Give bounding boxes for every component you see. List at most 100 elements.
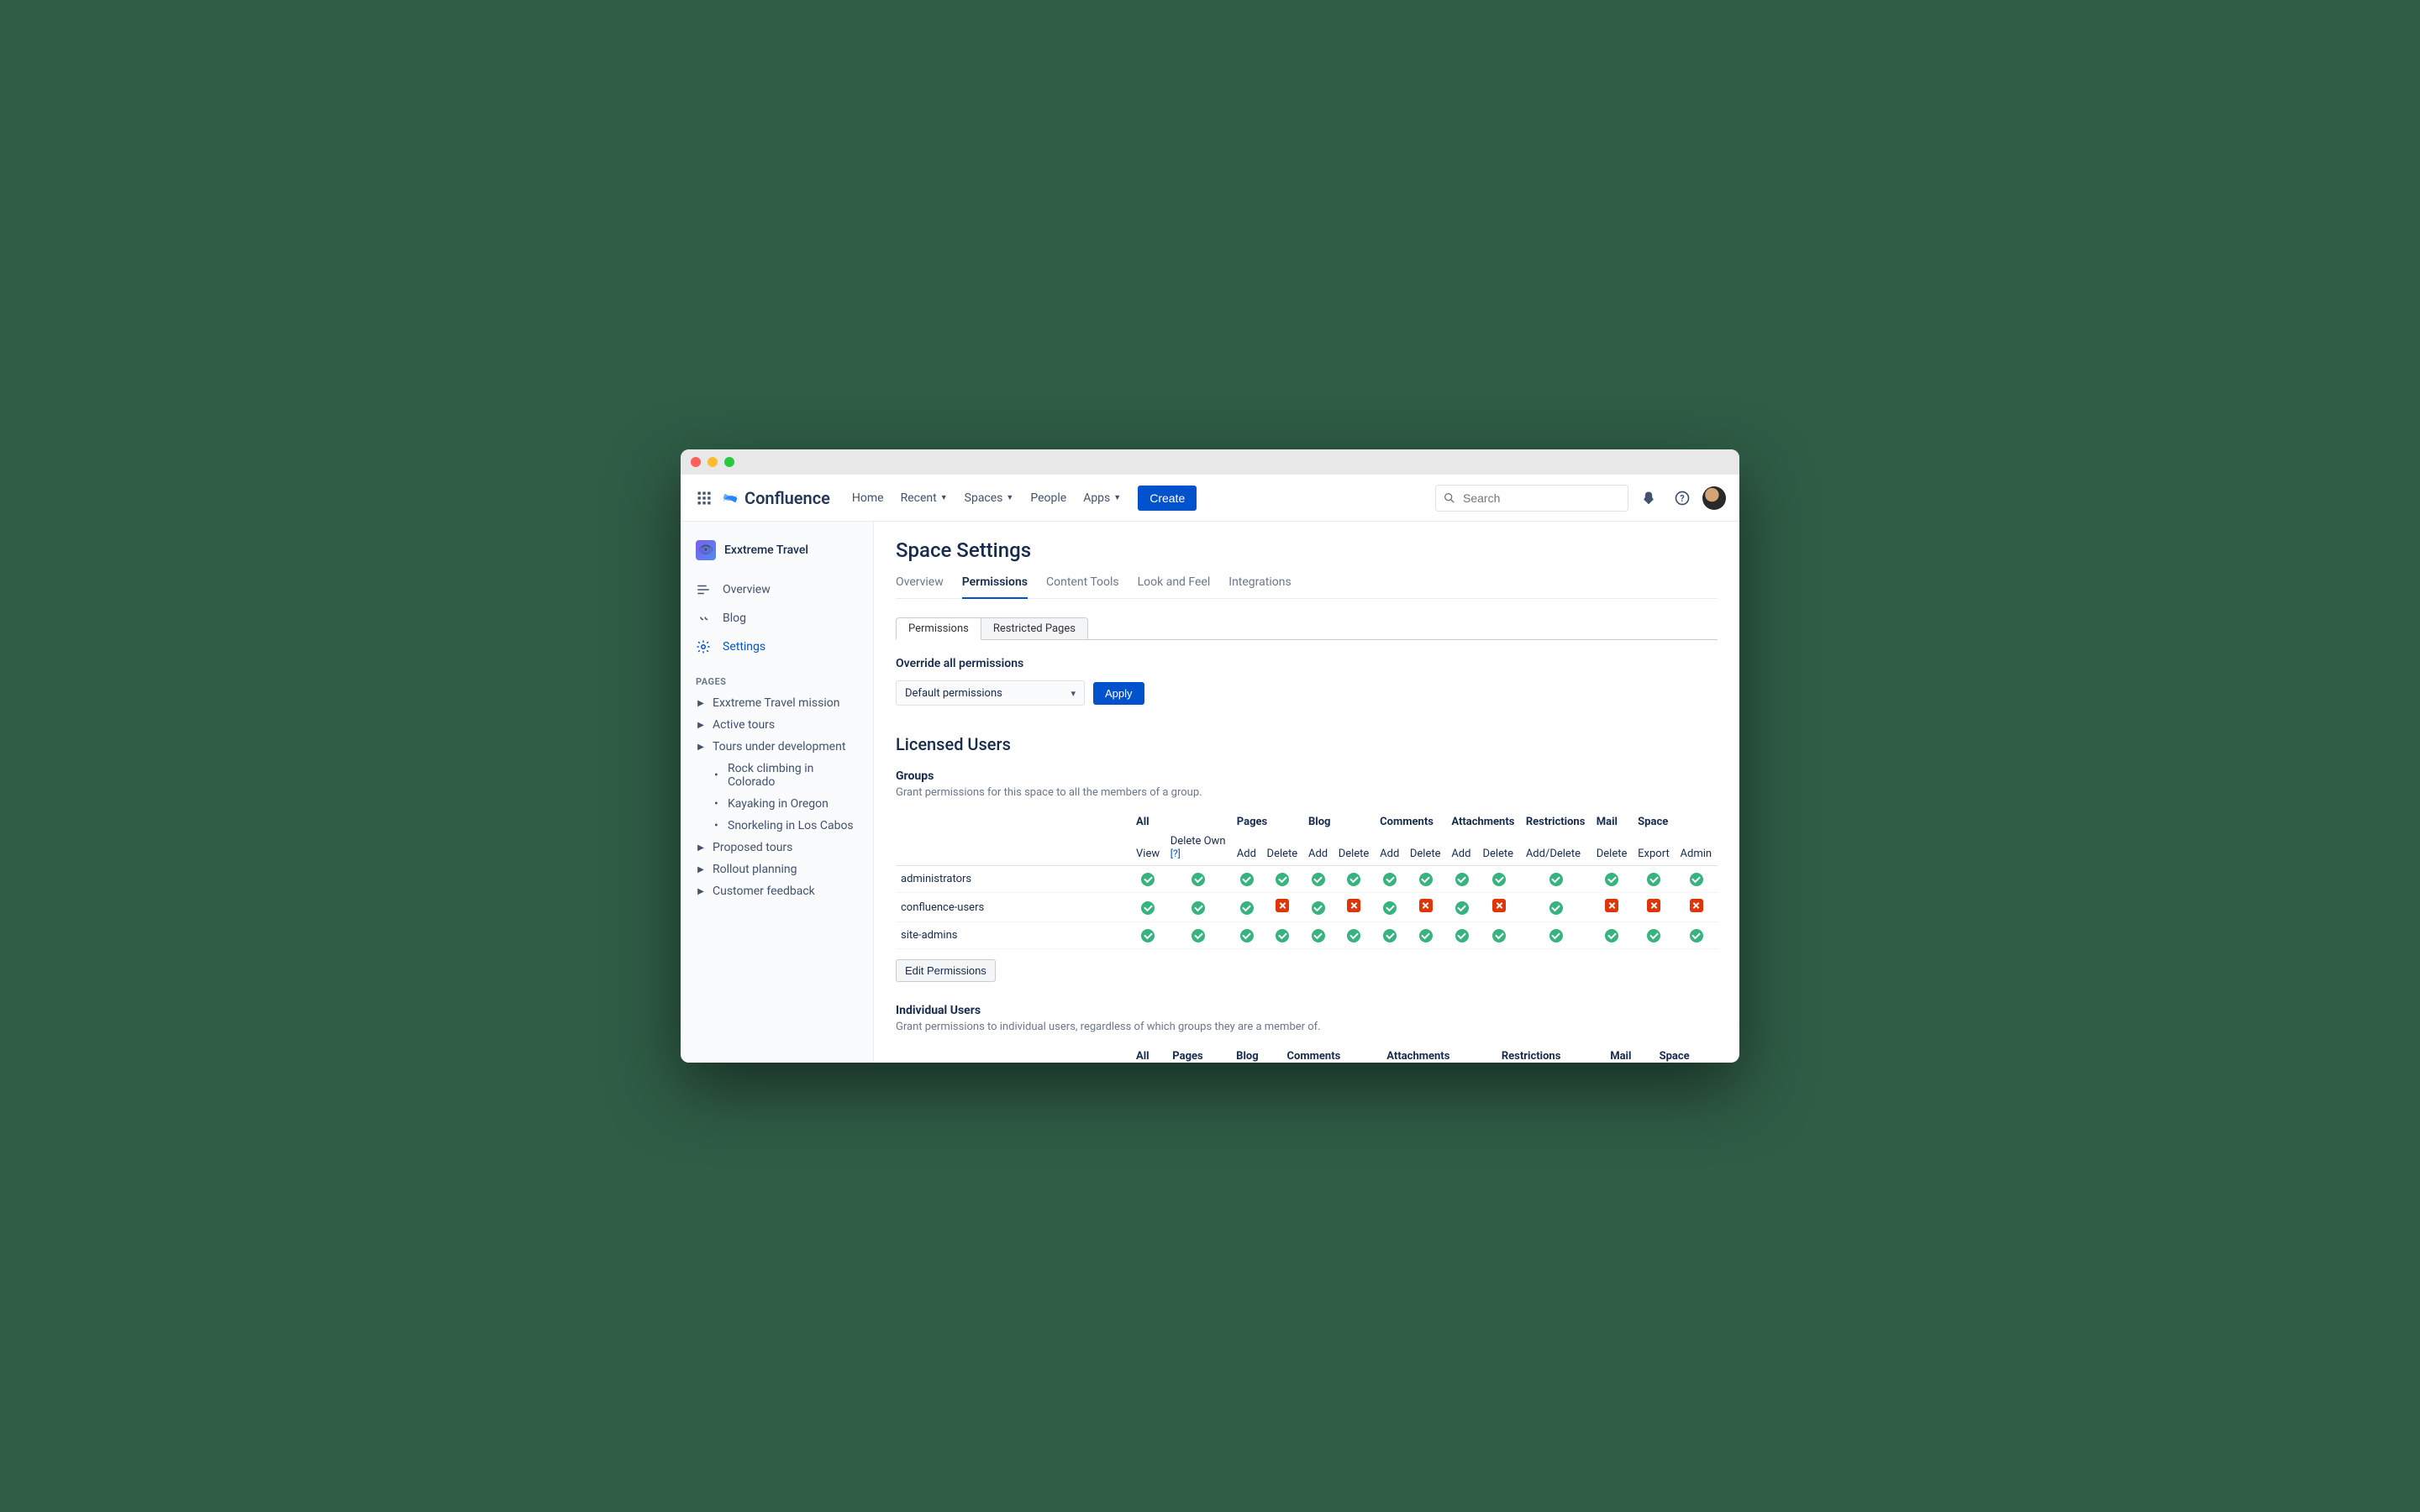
tab-permissions[interactable]: Permissions <box>962 569 1028 599</box>
permission-cell <box>1262 893 1303 922</box>
user-avatar[interactable] <box>1702 486 1726 510</box>
space-header[interactable]: 👁 Exxtreme Travel <box>681 535 873 575</box>
product-logo[interactable]: Confluence <box>721 488 830 508</box>
permission-cell <box>1131 893 1165 922</box>
group-name: confluence-users <box>896 893 1131 922</box>
tree-item-snorkeling[interactable]: •Snorkeling in Los Cabos <box>681 815 873 837</box>
window-minimize-button[interactable] <box>708 457 718 467</box>
sidebar-item-label: Settings <box>723 640 765 654</box>
col-all: All <box>1131 811 1232 830</box>
search-input[interactable] <box>1435 485 1628 512</box>
subcol-blog-add: Add <box>1303 830 1334 866</box>
permission-cell <box>1405 866 1446 893</box>
permission-cell <box>1446 893 1477 922</box>
check-icon <box>1383 929 1397 942</box>
apply-button[interactable]: Apply <box>1093 682 1144 705</box>
tab-integrations[interactable]: Integrations <box>1228 569 1291 598</box>
chevron-right-icon: ▶ <box>696 843 706 853</box>
chevron-right-icon: ▶ <box>696 721 706 730</box>
check-icon <box>1419 929 1433 942</box>
tree-item-proposed[interactable]: ▶Proposed tours <box>681 837 873 858</box>
check-icon <box>1455 901 1469 915</box>
permission-cell <box>1405 922 1446 949</box>
nav-recent[interactable]: Recent▼ <box>894 486 955 510</box>
delete-own-help-link[interactable]: [?] <box>1171 848 1181 859</box>
check-icon <box>1312 901 1325 915</box>
override-dropdown[interactable]: Default permissions <box>896 680 1085 706</box>
tree-item-kayaking[interactable]: •Kayaking in Oregon <box>681 793 873 815</box>
subcol-space-export: Export <box>1633 830 1675 866</box>
app-window: Confluence Home Recent▼ Spaces▼ People A… <box>681 449 1739 1063</box>
permission-cell <box>1477 922 1520 949</box>
help-icon[interactable]: ? <box>1669 485 1696 512</box>
tab-overview[interactable]: Overview <box>896 569 944 598</box>
main-content: Space Settings Overview Permissions Cont… <box>874 522 1739 1063</box>
check-icon <box>1240 901 1254 915</box>
permission-cell <box>1633 922 1675 949</box>
subtab-restricted-pages[interactable]: Restricted Pages <box>981 617 1088 640</box>
check-icon <box>1690 929 1703 942</box>
edit-permissions-button[interactable]: Edit Permissions <box>896 959 996 982</box>
blog-icon <box>696 611 711 626</box>
table-row: site-admins <box>896 922 1718 949</box>
notifications-icon[interactable] <box>1635 485 1662 512</box>
permission-cell <box>1375 893 1405 922</box>
tab-content-tools[interactable]: Content Tools <box>1046 569 1119 598</box>
tree-item-feedback[interactable]: ▶Customer feedback <box>681 880 873 902</box>
settings-tabs: Overview Permissions Content Tools Look … <box>896 569 1718 599</box>
subcol-blog-delete: Delete <box>1334 830 1375 866</box>
nav-spaces[interactable]: Spaces▼ <box>958 486 1021 510</box>
window-zoom-button[interactable] <box>724 457 734 467</box>
nav-people[interactable]: People <box>1023 486 1073 510</box>
tree-item-rollout[interactable]: ▶Rollout planning <box>681 858 873 880</box>
check-icon <box>1192 901 1205 915</box>
permission-cell <box>1591 866 1633 893</box>
check-icon <box>1455 873 1469 886</box>
tree-item-under-dev[interactable]: ▶Tours under development <box>681 736 873 758</box>
tree-item-active-tours[interactable]: ▶Active tours <box>681 714 873 736</box>
subcol-restrictions: Add/Delete <box>1521 830 1591 866</box>
sidebar-item-blog[interactable]: Blog <box>681 604 873 633</box>
bullet-icon: • <box>714 769 721 782</box>
check-icon <box>1192 873 1205 886</box>
tab-look-and-feel[interactable]: Look and Feel <box>1138 569 1211 598</box>
check-icon <box>1276 929 1289 942</box>
col-blog: Blog <box>1303 811 1375 830</box>
subcol-mail-delete: Delete <box>1591 830 1633 866</box>
permission-cell <box>1521 922 1591 949</box>
check-icon <box>1419 873 1433 886</box>
groups-permissions-table: All Pages Blog Comments Attachments Rest… <box>896 811 1718 949</box>
sidebar: 👁 Exxtreme Travel Overview Blog Settings… <box>681 522 874 1063</box>
col-pages: Pages <box>1232 811 1303 830</box>
group-name: administrators <box>896 866 1131 893</box>
create-button[interactable]: Create <box>1138 486 1197 511</box>
cross-icon <box>1647 899 1660 912</box>
permission-cell <box>1131 922 1165 949</box>
tree-item-mission[interactable]: ▶Exxtreme Travel mission <box>681 692 873 714</box>
sidebar-item-settings[interactable]: Settings <box>681 633 873 661</box>
overview-icon <box>696 582 711 597</box>
permission-cell <box>1676 922 1718 949</box>
permission-cell <box>1521 866 1591 893</box>
subtab-permissions[interactable]: Permissions <box>896 617 981 640</box>
bullet-icon: • <box>714 797 721 811</box>
top-nav: Confluence Home Recent▼ Spaces▼ People A… <box>681 475 1739 522</box>
licensed-users-heading: Licensed Users <box>896 734 1718 754</box>
nav-home[interactable]: Home <box>845 486 891 510</box>
sidebar-item-overview[interactable]: Overview <box>681 575 873 604</box>
col-space: Space <box>1633 811 1718 830</box>
app-switcher-icon[interactable] <box>694 488 714 508</box>
permission-cell <box>1375 866 1405 893</box>
check-icon <box>1647 873 1660 886</box>
nav-apps[interactable]: Apps▼ <box>1076 486 1128 510</box>
search-icon <box>1443 491 1456 505</box>
window-close-button[interactable] <box>691 457 701 467</box>
permission-cell <box>1262 866 1303 893</box>
override-label: Override all permissions <box>896 657 1718 670</box>
check-icon <box>1141 901 1155 915</box>
permission-cell <box>1446 866 1477 893</box>
subcol-delete-own: Delete Own [?] <box>1165 830 1232 866</box>
tree-item-rock-climbing[interactable]: •Rock climbing in Colorado <box>681 758 873 793</box>
check-icon <box>1455 929 1469 942</box>
subcol-pages-add: Add <box>1232 830 1262 866</box>
